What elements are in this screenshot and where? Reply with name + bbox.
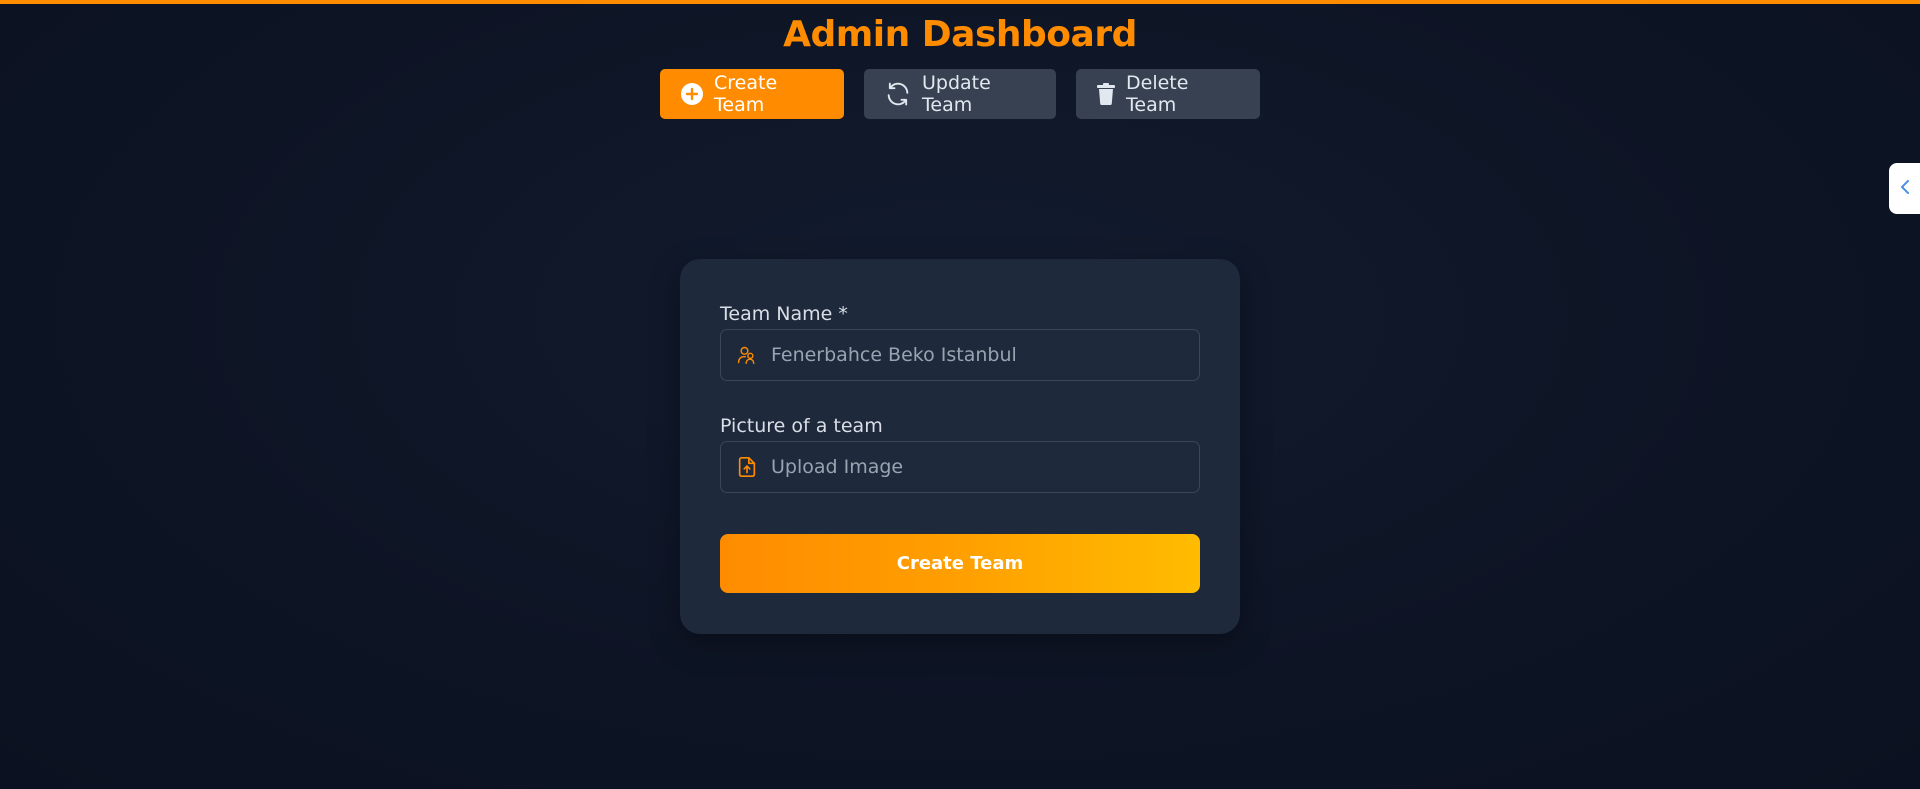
team-name-value: Fenerbahce Beko Istanbul [771,344,1017,366]
create-team-tab-label: Create Team [714,72,778,116]
top-accent-bar [0,0,1920,4]
upload-image-placeholder: Upload Image [771,456,904,478]
refresh-icon [884,80,912,108]
plus-circle-icon [680,82,704,106]
team-picture-label: Picture of a team [720,415,883,437]
create-team-form: Team Name * Fenerbahce Beko Istanbul Pic… [680,259,1240,634]
page-title: Admin Dashboard [783,14,1137,55]
update-team-tab[interactable]: Update Team [864,69,1056,119]
delete-team-tab-label: Delete Team [1126,72,1189,116]
chevron-left-icon [1899,179,1911,199]
create-team-submit-button[interactable]: Create Team [720,534,1200,593]
file-upload-icon [737,456,757,478]
team-name-label: Team Name * [720,303,848,325]
upload-image-input[interactable]: Upload Image [720,441,1200,493]
sidebar-toggle-button[interactable] [1889,163,1920,214]
update-team-tab-label: Update Team [922,72,991,116]
create-team-tab[interactable]: Create Team [660,69,844,119]
delete-team-tab[interactable]: Delete Team [1076,69,1260,119]
team-name-input[interactable]: Fenerbahce Beko Istanbul [720,329,1200,381]
users-icon [737,344,757,366]
action-tabs: Create Team Update Team Delete Team [0,69,1920,119]
trash-icon [1096,83,1116,105]
